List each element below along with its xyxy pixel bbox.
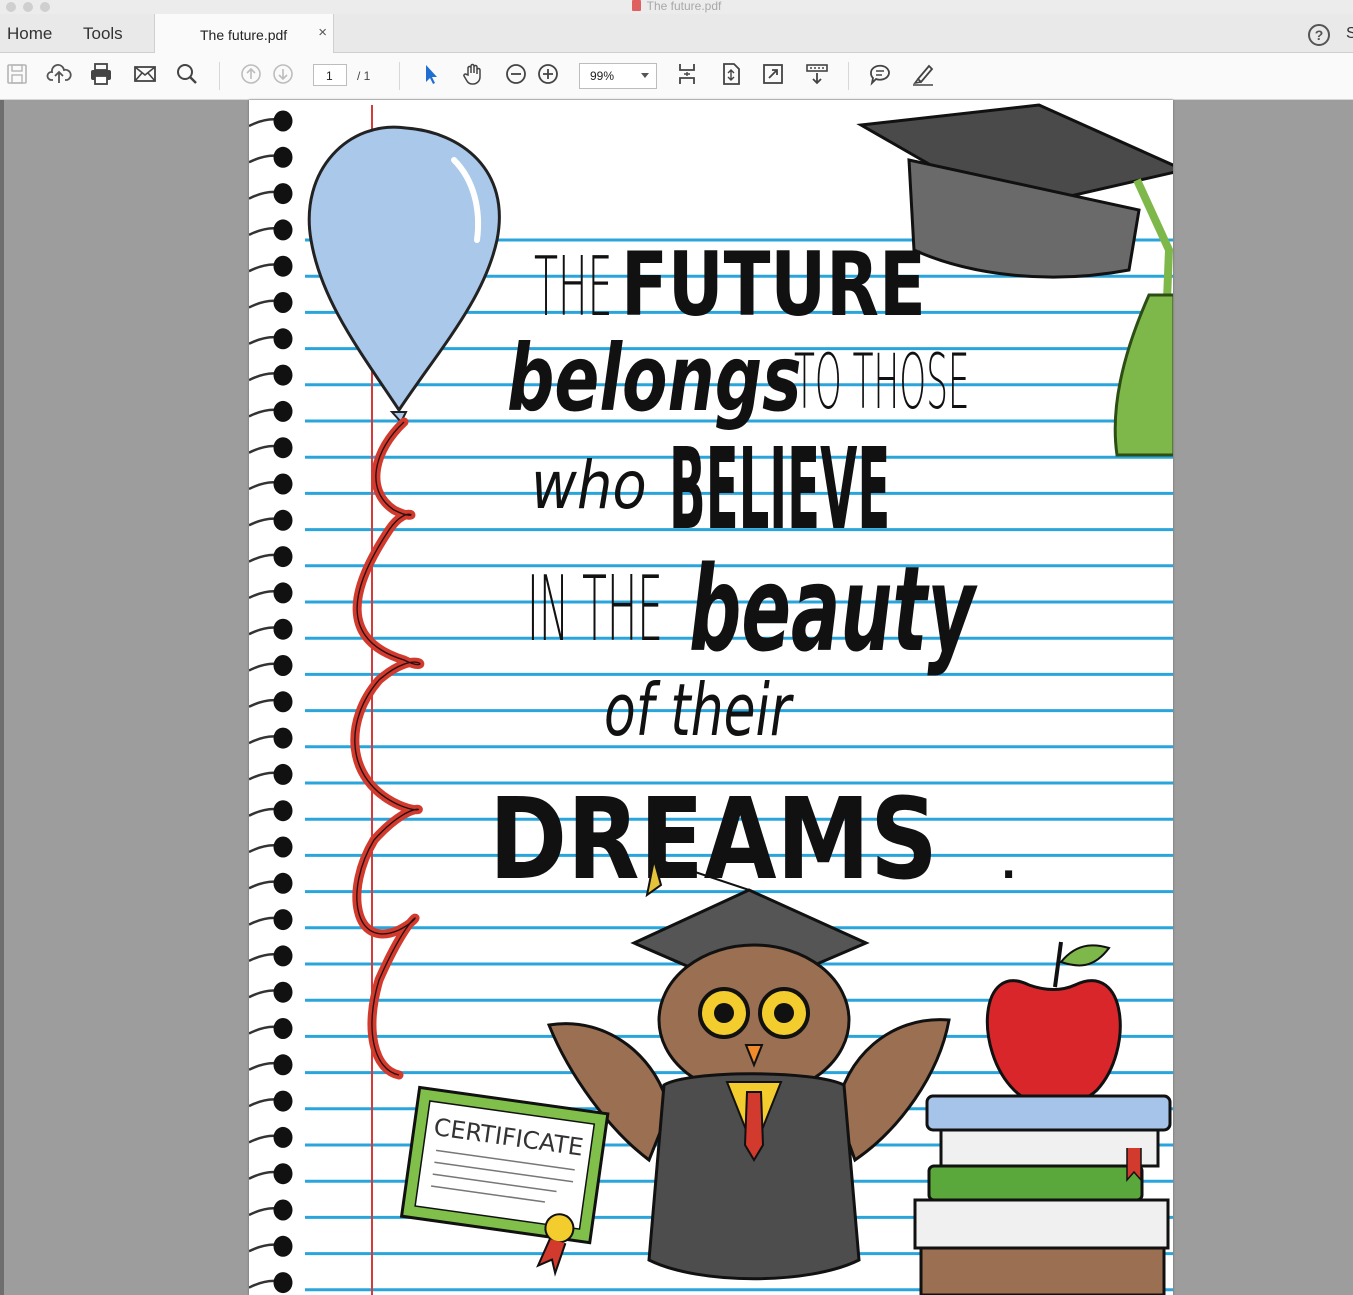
quote-line-dreams: DREAMS [489,775,938,905]
print-icon[interactable] [88,61,114,87]
spiral-hole [273,1163,293,1185]
apple-and-books-illustration [913,941,1172,1295]
spiral-hole [273,1018,293,1039]
quote-period: . [1001,842,1016,888]
toolbar-separator [399,62,400,90]
spiral-hole [273,727,293,749]
highlight-pen-icon[interactable] [910,61,936,87]
help-icon[interactable]: ? [1308,24,1330,46]
spiral-hole [273,945,293,967]
spiral-hole [273,763,293,785]
spiral-hole [273,1126,293,1148]
spiral-hole [273,183,293,205]
spiral-hole [273,473,293,495]
spiral-hole [273,364,293,386]
zoom-out-icon[interactable] [503,61,529,87]
chevron-down-icon [641,73,649,78]
quote-line-beauty: beauty [689,542,978,679]
spiral-hole [273,400,293,422]
quote-line-to-those: TO THOSE [794,337,969,426]
quote-line-the: THE [534,240,612,336]
certificate-illustration: CERTIFICATE [399,1085,610,1277]
spiral-hole [273,255,293,277]
spiral-hole [273,328,293,350]
close-tab-icon[interactable]: × [318,24,327,41]
email-icon[interactable] [132,61,158,87]
quote-line-believe: BELIEVE [669,425,890,555]
quote-line-in-the: IN THE [527,557,663,661]
spiral-hole [273,1272,293,1294]
quote-text: THE FUTURE belongs TO THOSE who BELIEVE … [489,234,1016,905]
spiral-hole [273,872,293,894]
spiral-hole [273,546,293,568]
spiral-hole [273,800,293,822]
page-total: / 1 [357,69,371,83]
spiral-hole [273,691,293,713]
navigation-pane-edge [0,100,4,1295]
save-icon[interactable] [4,61,30,87]
page-artwork: THE FUTURE belongs TO THOSE who BELIEVE … [249,103,1173,1295]
zoom-in-icon[interactable] [535,61,561,87]
quote-line-of-their: of their [604,668,795,752]
tab-tools[interactable]: Tools [83,24,123,44]
spiral-binding [249,110,293,1294]
quote-line-belongs: belongs [507,325,802,432]
quote-line-who: who [531,448,647,525]
comment-icon[interactable] [867,61,893,87]
spiral-hole [273,146,293,168]
zoom-select[interactable]: 99% [579,63,657,89]
full-screen-icon[interactable] [760,61,786,87]
search-icon[interactable] [174,61,200,87]
spiral-hole [273,1054,293,1076]
toolbar-separator [219,62,220,90]
zoom-value: 99% [590,69,615,83]
scroll-mode-icon[interactable] [674,61,700,87]
spiral-hole [273,1090,293,1112]
tab-home[interactable]: Home [7,24,52,44]
tab-bar: Home Tools The future.pdf × ? S [0,14,1353,53]
spiral-hole [273,437,293,459]
window-title: The future.pdf [0,0,1353,13]
spiral-hole [273,219,293,241]
window-title-bar: The future.pdf [0,0,1353,14]
pdf-page: THE FUTURE belongs TO THOSE who BELIEVE … [249,100,1173,1295]
toolbar: 1 / 1 99% [0,53,1353,100]
spiral-hole [273,618,293,640]
tab-document[interactable]: The future.pdf × [154,14,334,53]
read-mode-icon[interactable] [804,61,830,87]
spiral-hole [273,110,293,132]
quote-line-future: FUTURE [621,234,926,337]
spiral-hole [273,292,293,313]
page-number-input[interactable]: 1 [313,64,347,86]
spiral-hole [273,582,293,604]
cloud-upload-icon[interactable] [46,61,72,87]
window-title-text: The future.pdf [646,0,722,13]
spiral-hole [273,909,293,931]
toolbar-separator [848,62,849,90]
spiral-hole [273,836,293,858]
select-pointer-icon[interactable] [418,61,444,87]
fit-page-icon[interactable] [718,61,744,87]
page-down-icon[interactable] [270,61,296,87]
hand-tool-icon[interactable] [460,61,486,87]
spiral-hole [273,981,293,1003]
spiral-hole [273,1235,293,1257]
pdf-file-icon [631,0,641,11]
spiral-hole [273,655,293,676]
tab-document-label: The future.pdf [200,27,288,43]
page-up-icon[interactable] [238,61,264,87]
sign-in-button[interactable]: S [1346,25,1353,43]
spiral-hole [273,509,293,531]
spiral-hole [273,1199,293,1221]
